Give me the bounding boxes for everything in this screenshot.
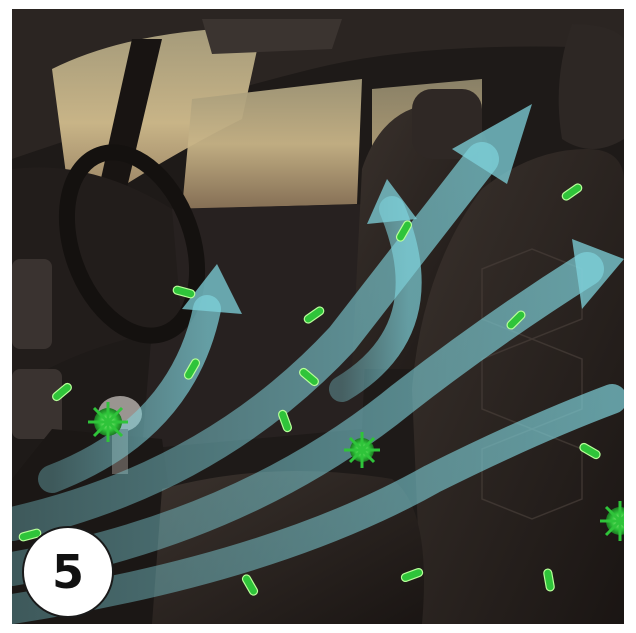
virus-icon [88, 402, 128, 442]
photo-frame [12, 9, 624, 624]
car-interior-illustration [12, 9, 624, 624]
step-number-badge: 5 [22, 526, 114, 618]
front-headrest [558, 24, 624, 149]
step-number: 5 [51, 545, 84, 599]
side-window [182, 79, 362, 209]
sunroof [202, 19, 342, 54]
